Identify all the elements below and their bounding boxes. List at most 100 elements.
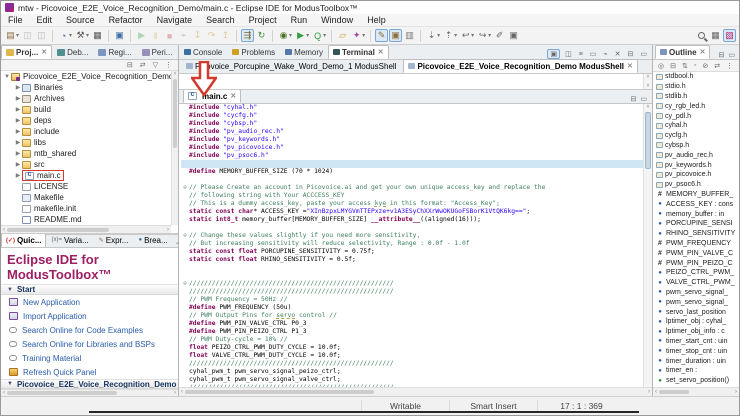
outline-item-pv-psoc6-h[interactable]: pv_psoc6.h [653, 180, 739, 190]
code-line[interactable]: #include "pv_picovoice.h" [181, 144, 643, 152]
code-line[interactable]: static const float RHINO_SENSITIVITY = 0… [181, 256, 643, 264]
collapsed-arrow-icon[interactable]: ▶ [14, 95, 22, 102]
clear-terminal-icon[interactable]: ▭ [588, 50, 599, 58]
view-menu-icon[interactable]: ⋮ [724, 62, 735, 70]
code-line[interactable]: #include "pv_keywords.h" [181, 136, 643, 144]
code-line[interactable]: #include "cyhal.h" [181, 104, 643, 112]
editor-vertical-scrollbar[interactable]: ˄ [643, 104, 652, 387]
mark-occurrences-toggle[interactable]: ✎ [375, 29, 389, 42]
view-tab-brea[interactable]: ● Brea... [133, 233, 172, 247]
disconnect-button[interactable]: ⌁ [177, 29, 190, 42]
code-line[interactable]: #include "pv_audio_rec.h" [181, 128, 643, 136]
perspective-modustoolbox-button[interactable]: ▧ [723, 29, 736, 42]
outline-item-rhino-sensitivity[interactable]: ● RHINO_SENSITIVITY [653, 229, 739, 239]
code-line[interactable]: #define PWM_FREQUENCY (50u) [181, 304, 643, 312]
editor-horizontal-scrollbar[interactable]: ‹ › [179, 387, 652, 396]
code-line[interactable]: // following string with Your ACCCESS_KE… [181, 192, 643, 200]
outline-item-cyhal-h[interactable]: cyhal.h [653, 121, 739, 131]
code-line[interactable]: #define MEMORY_BUFFER_SIZE (70 * 1024) [181, 168, 643, 176]
scroll-lock-icon[interactable]: ≡ [577, 51, 585, 58]
quick-link-refresh-quick-panel[interactable]: Refresh Quick Panel [1, 365, 178, 379]
code-line[interactable]: static const float PORCUPINE_SENSITIVITY… [181, 248, 643, 256]
dropdown-arrow-icon[interactable]: ▾ [69, 32, 72, 39]
menu-file[interactable]: File [1, 15, 30, 25]
outline-item-pwm-pin-peizo-c[interactable]: # PWM_PIN_PEIZO_C [653, 258, 739, 268]
show-annotations-toggle[interactable]: ▣ [389, 29, 403, 42]
close-icon[interactable]: ✕ [230, 92, 236, 100]
collapse-all-icon[interactable]: ⊟ [668, 62, 678, 70]
outline-item-pv-audio-rec-h[interactable]: pv_audio_rec.h [653, 150, 739, 160]
view-tab-regi[interactable]: Regi... [93, 45, 136, 59]
tree-item-deps[interactable]: ▶ deps [1, 115, 171, 126]
outline-item-valve-ctrl-pwm[interactable]: ● VALVE_CTRL_PWM_ [653, 278, 739, 288]
tree-item-libs[interactable]: ▶ libs [1, 137, 171, 148]
fold-marker-icon[interactable]: ⊕ [181, 184, 189, 192]
code-line[interactable] [181, 160, 643, 168]
collapsed-arrow-icon[interactable]: ▶ [14, 128, 22, 135]
suspend-button[interactable]: ‖ [149, 29, 162, 42]
dropdown-arrow-icon[interactable]: ▾ [471, 32, 474, 39]
quick-link-search-online-for-libraries-and-bsps[interactable]: Search Online for Libraries and BSPs [1, 337, 178, 351]
toggle-breadcrumb-button[interactable]: ▥ [403, 29, 416, 42]
outline-horizontal-scrollbar[interactable]: ‹ › [653, 387, 739, 396]
pin-editor-button[interactable]: ▣ [507, 29, 520, 42]
view-tab-expr[interactable]: ✎ Expr... [94, 233, 134, 247]
quick-link-search-online-for-code-examples[interactable]: Search Online for Code Examples [1, 323, 178, 337]
outline-item-lptimer-obj-info-c[interactable]: ● lptimer_obj_info : c [653, 327, 739, 337]
tree-item-build[interactable]: ▶ build [1, 104, 171, 115]
outline-item-stdbool-h[interactable]: stdbool.h [653, 72, 739, 82]
code-line[interactable] [181, 176, 643, 184]
hide-static-icon[interactable]: ⊘ [700, 62, 710, 70]
close-icon[interactable]: ✕ [41, 48, 47, 56]
save-all-button[interactable]: ◫ [35, 29, 48, 42]
collapsed-arrow-icon[interactable]: ▶ [14, 150, 22, 157]
outline-item-pv-keywords-h[interactable]: pv_keywords.h [653, 160, 739, 170]
disconnect-terminal-icon[interactable]: ⌁ [601, 50, 609, 58]
close-icon[interactable]: ✕ [700, 48, 706, 56]
menu-window[interactable]: Window [314, 15, 360, 25]
minimize-outline-icon[interactable]: ⊟ [717, 51, 727, 59]
code-line[interactable]: static const char * ACCESS_KEY = "XInBzpxL… [181, 208, 643, 216]
menu-run[interactable]: Run [284, 15, 315, 25]
pin-terminal-icon[interactable]: ▣ [547, 49, 561, 59]
code-line[interactable]: cyhal_pwm_t pwm_servo_signal_peizo_ctrl; [181, 368, 643, 376]
terminate-button[interactable]: ■ [163, 29, 176, 42]
collapsed-arrow-icon[interactable]: ▶ [14, 84, 22, 91]
code-line[interactable] [181, 272, 643, 280]
step-return-button[interactable]: ↥ [219, 29, 232, 42]
maximize-outline-icon[interactable]: ▭ [726, 51, 737, 59]
instruction-stepping-toggle[interactable]: ⇶ [241, 29, 255, 42]
search-button[interactable] [695, 29, 708, 42]
code-line[interactable]: float VALVE_CTRL_PWM_DUTY_CYCLE = 10.0f; [181, 352, 643, 360]
project-section-header[interactable]: ▼ Picovoice_E2E_Voice_Recognition_Demo (… [1, 379, 178, 389]
tab-memory[interactable]: Memory [280, 45, 328, 59]
fold-marker-icon[interactable]: ⊕ [181, 232, 189, 240]
code-line[interactable] [181, 264, 643, 272]
code-line[interactable]: ⊕// Please Create an account in Picovoic… [181, 184, 643, 192]
outline-item-stdlib-h[interactable]: stdlib.h [653, 92, 739, 102]
outline-item-peizo-ctrl-pwm[interactable]: ● PEIZO_CTRL_PWM_ [653, 268, 739, 278]
outline-item-memory-buffer-in[interactable]: ● memory_buffer : in [653, 209, 739, 219]
outline-item-timer-en[interactable]: ● timer_en : [653, 366, 739, 376]
outline-item-servo-last-position[interactable]: ● servo_last_position [653, 307, 739, 317]
code-line[interactable] [181, 224, 643, 232]
save-button[interactable]: ◫ [21, 29, 34, 42]
view-tab-varia[interactable]: (x)= Varia... [46, 233, 93, 247]
outline-item-access-key-cons[interactable]: ● ACCESS_KEY : cons [653, 199, 739, 209]
tree-item-readme-md[interactable]: README.md [1, 214, 171, 225]
menu-search[interactable]: Search [199, 15, 242, 25]
close-icon[interactable]: ✕ [378, 48, 384, 56]
view-tab-deb[interactable]: Deb... [52, 45, 93, 59]
step-over-button[interactable]: ↷ [205, 29, 218, 42]
code-line[interactable]: // PWM Output Pins for servo control // [181, 312, 643, 320]
filter-icon[interactable]: ▽ [151, 61, 160, 69]
code-line[interactable]: static int8_t memory_buffer[MEMORY_BUFFE… [181, 216, 643, 224]
tree-item-archives[interactable]: ▶ Archives [1, 93, 171, 104]
outline-item-cy-rgb-led-h[interactable]: cy_rgb_led.h [653, 101, 739, 111]
dropdown-arrow-icon[interactable]: ▾ [289, 32, 292, 39]
code-line[interactable]: #define PWM_PIN_VALVE_CTRL P0_3 [181, 320, 643, 328]
refresh-button[interactable]: ↻ [255, 29, 268, 42]
code-line[interactable]: #include "cycfg.h" [181, 112, 643, 120]
tree-item-include[interactable]: ▶ include [1, 126, 171, 137]
tab-terminal[interactable]: Terminal ✕ [328, 45, 389, 59]
